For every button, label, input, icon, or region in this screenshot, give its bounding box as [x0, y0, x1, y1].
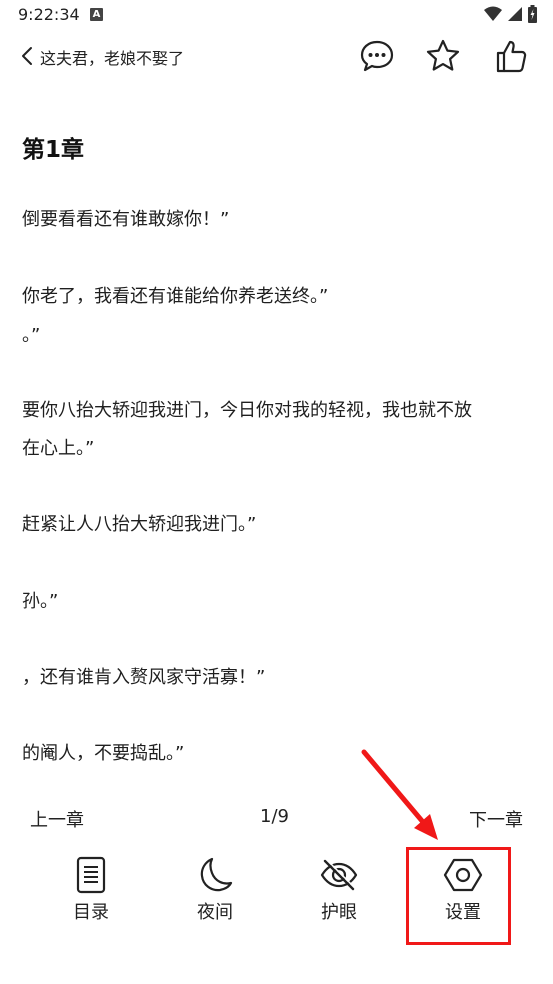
book-title: 这夫君，老娘不娶了 [40, 49, 185, 68]
prev-chapter-button[interactable]: 上一章 [30, 806, 84, 832]
paragraph: 孙。” [22, 591, 59, 612]
paragraph: ，还有谁肯入赘风家守活寡！” [22, 667, 266, 688]
thumbs-up-icon[interactable] [493, 38, 529, 74]
wifi-icon [484, 6, 502, 21]
battery-icon [528, 5, 537, 23]
page-indicator: 1/9 [260, 806, 289, 827]
night-mode-label: 夜间 [197, 902, 233, 923]
chapter-title: 第1章 [22, 137, 85, 163]
paragraph: 你老了，我看还有谁能给你养老送终。” [22, 286, 329, 307]
signal-icon [508, 7, 522, 21]
paragraph: 。” [22, 325, 41, 346]
highlight-box [406, 847, 511, 945]
next-chapter-button[interactable]: 下一章 [469, 806, 523, 832]
eye-off-icon [320, 859, 358, 891]
night-mode-button[interactable]: 夜间 [170, 856, 260, 924]
chapter-nav: 上一章 1/9 下一章 [0, 802, 553, 836]
status-icons [484, 5, 537, 23]
paragraph: 在心上。” [22, 438, 95, 459]
notification-icon: A [90, 8, 103, 21]
paragraph: 要你八抬大轿迎我进门，今日你对我的轻视，我也就不放 [22, 400, 472, 421]
eye-care-button[interactable]: 护眼 [294, 856, 384, 924]
status-bar: 9:22:34 A [0, 0, 553, 32]
paragraph: 的阉人，不要捣乱。” [22, 743, 185, 764]
toc-button[interactable]: 目录 [46, 856, 136, 924]
comment-icon[interactable] [359, 38, 395, 74]
status-time: 9:22:34 [18, 5, 80, 24]
red-arrow-icon [361, 749, 438, 840]
reader-header: 这夫君，老娘不娶了 [0, 34, 553, 80]
eye-care-label: 护眼 [321, 902, 357, 923]
back-arrow-icon[interactable] [18, 44, 38, 68]
star-icon[interactable] [425, 38, 461, 74]
paragraph: 赶紧让人八抬大轿迎我进门。” [22, 514, 257, 535]
moon-icon [200, 857, 233, 892]
document-icon [76, 856, 106, 894]
toc-label: 目录 [73, 902, 109, 923]
paragraph: 倒要看看还有谁敢嫁你！” [22, 209, 230, 230]
